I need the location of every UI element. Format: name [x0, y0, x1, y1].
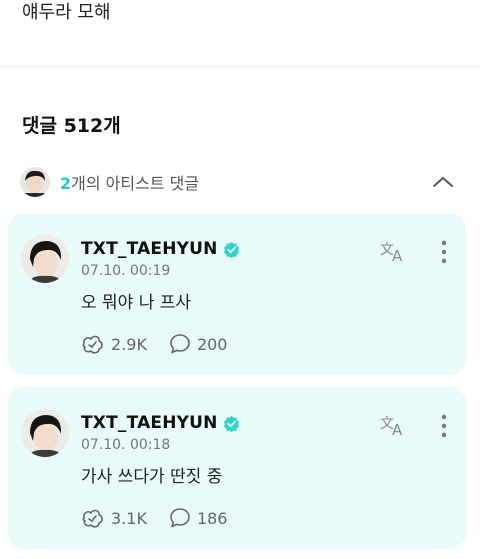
comment-time: 07.10. 00:19: [81, 263, 171, 279]
like-icon: [82, 335, 103, 354]
more-options-icon[interactable]: [438, 413, 450, 439]
comment-count-title: 댓글 512개: [22, 115, 121, 137]
avatar[interactable]: [21, 235, 69, 283]
comment-text: 오 뭐야 나 프사: [81, 293, 192, 313]
more-options-icon[interactable]: [438, 239, 450, 265]
artist-avatar: [20, 167, 50, 197]
comment-time: 07.10. 00:18: [81, 437, 171, 453]
artist-comment-count: 2: [60, 174, 72, 193]
comment-bubble-icon: [170, 508, 190, 528]
verified-badge-icon: [223, 241, 239, 258]
translate-icon[interactable]: 文 A: [380, 413, 408, 437]
comment-bubble-icon: [170, 334, 190, 354]
section-divider: [0, 66, 480, 67]
reply-count: 200: [196, 334, 228, 354]
like-button[interactable]: 2.9K: [81, 333, 147, 355]
reply-button[interactable]: 200: [169, 333, 228, 355]
reply-button[interactable]: 186: [169, 507, 228, 529]
author-name[interactable]: TXT_TAEHYUN: [81, 413, 218, 433]
artist-comments-summary: 2개의 아티스트 댓글: [60, 170, 199, 194]
translate-icon[interactable]: 文 A: [380, 239, 408, 263]
chevron-up-icon[interactable]: [431, 170, 455, 194]
reply-count: 186: [196, 508, 228, 528]
post-text: 얘두라 모해: [22, 2, 111, 23]
avatar[interactable]: [21, 409, 69, 457]
svg-text:A: A: [392, 247, 403, 263]
like-count: 2.9K: [111, 334, 147, 354]
svg-text:A: A: [392, 421, 403, 437]
artist-comment-card: TXT_TAEHYUN 07.10. 00:19 오 뭐야 나 프사 2.9K …: [8, 213, 466, 375]
author-name[interactable]: TXT_TAEHYUN: [81, 239, 218, 259]
artist-comments-label: 개의 아티스트 댓글: [71, 174, 200, 193]
verified-badge-icon: [223, 415, 239, 432]
like-count: 3.1K: [111, 508, 147, 528]
like-button[interactable]: 3.1K: [81, 507, 147, 529]
artist-comment-card: TXT_TAEHYUN 07.10. 00:18 가사 쓰다가 딴짓 중 3.1…: [8, 387, 466, 549]
comment-text: 가사 쓰다가 딴짓 중: [81, 467, 223, 487]
like-icon: [82, 509, 103, 528]
artist-comments-toggle[interactable]: 2개의 아티스트 댓글: [20, 166, 460, 198]
